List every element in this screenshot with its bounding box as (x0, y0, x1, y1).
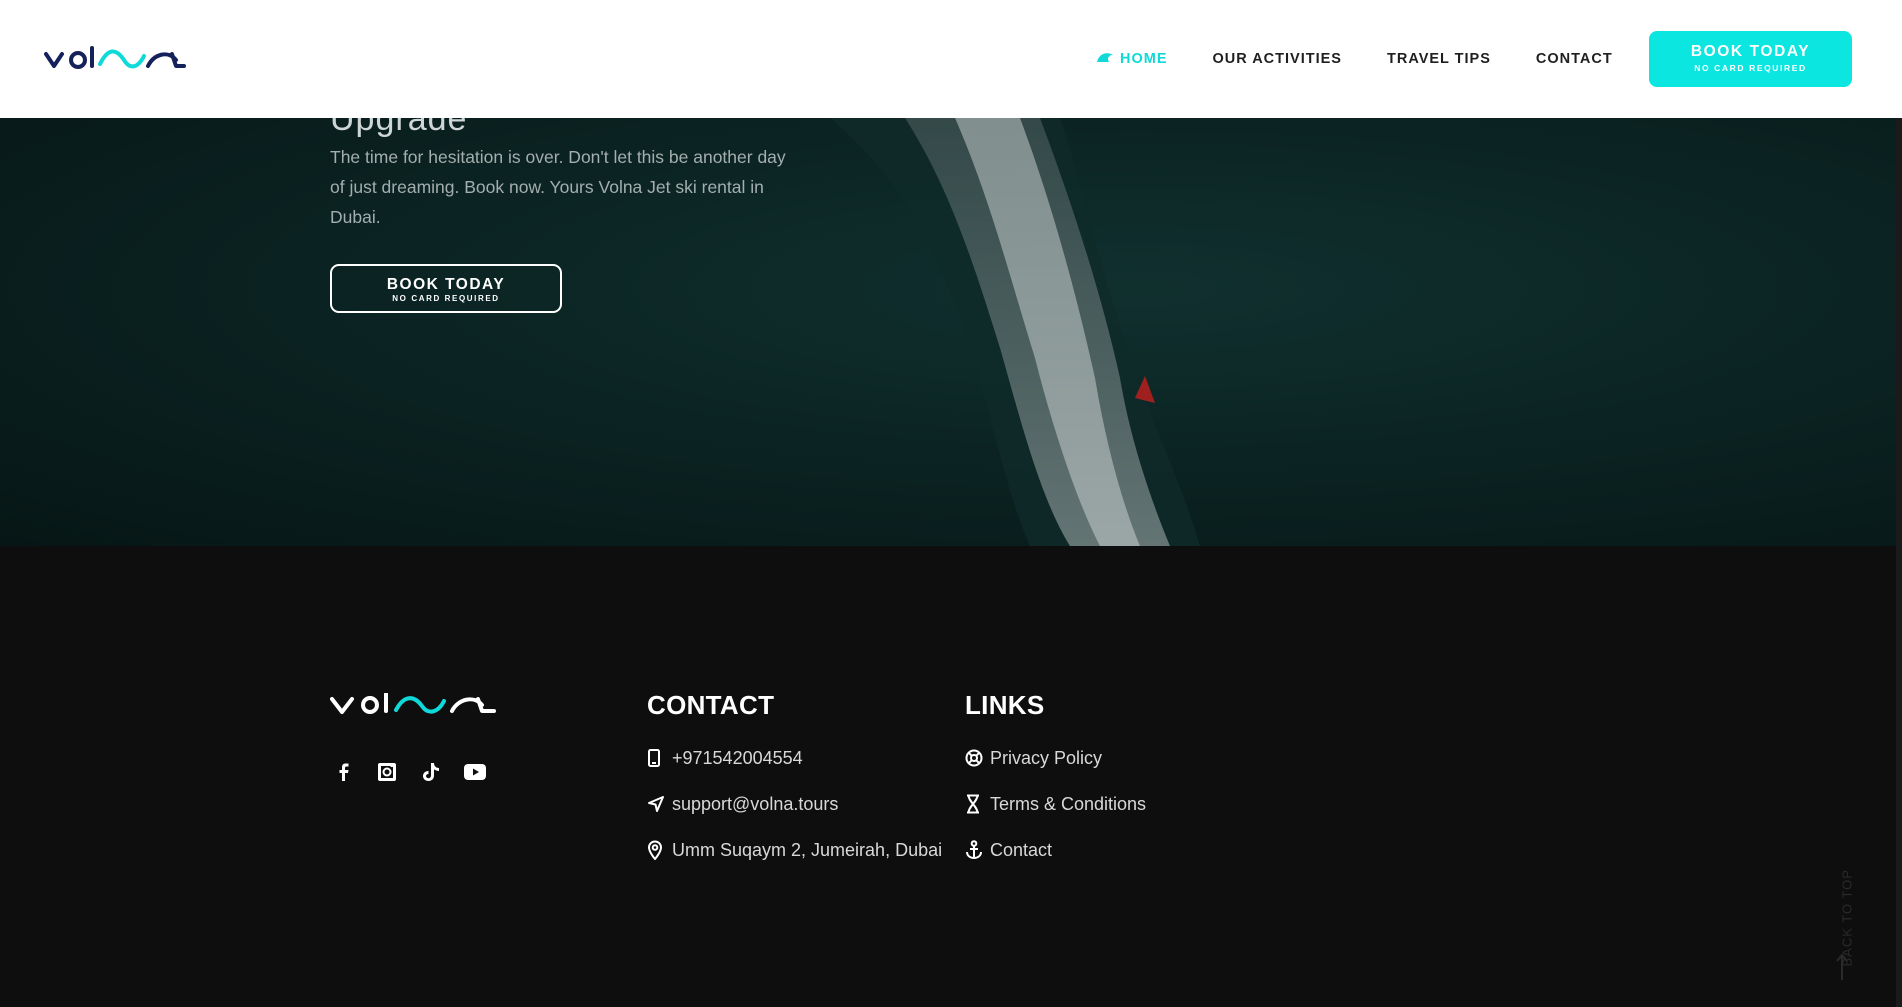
link-contact-text: Contact (990, 839, 1053, 860)
wave-icon (1096, 51, 1114, 67)
nav-home-label: HOME (1120, 51, 1168, 67)
nav-our-activities-label: OUR ACTIVITIES (1212, 51, 1342, 67)
hero-book-button-sublabel: NO CARD REQUIRED (392, 294, 500, 303)
footer-links-list: Privacy Policy Terms & Conditions Contac… (965, 735, 1146, 873)
link-terms-conditions-text: Terms & Conditions (990, 793, 1147, 814)
hero-description: The time for hesitation is over. Don't l… (330, 147, 786, 227)
site-header: HOME OUR ACTIVITIES TRAVEL TIPS CONTACT … (0, 0, 1902, 118)
back-to-top-label: BACK TO TOP (1839, 869, 1855, 967)
main-nav: HOME OUR ACTIVITIES TRAVEL TIPS CONTACT (1096, 49, 1658, 69)
hero-book-button-label: BOOK TODAY (386, 276, 506, 293)
lifebuoy-icon (965, 749, 987, 767)
hourglass-icon (965, 794, 987, 814)
location-pin-icon (647, 840, 669, 860)
footer-contact-list: +971542004554 support@volna.tours Umm Su… (647, 735, 942, 873)
nav-travel-tips-label: TRAVEL TIPS (1386, 51, 1491, 67)
contact-address-text: Umm Suqaym 2, Jumeirah, Dubai (672, 839, 943, 860)
footer-volna-logo[interactable] (330, 692, 500, 722)
jet-ski-wake-image (830, 118, 1200, 546)
hero-section: Upgrade The time for hesitation is over.… (0, 118, 1896, 546)
tiktok-icon[interactable] (420, 761, 442, 783)
anchor-icon (965, 840, 987, 860)
contact-email[interactable]: support@volna.tours (647, 781, 942, 827)
nav-travel-tips[interactable]: TRAVEL TIPS (1387, 51, 1491, 67)
facebook-icon[interactable] (332, 761, 354, 783)
phone-icon (647, 749, 669, 767)
social-links (332, 761, 486, 783)
instagram-icon[interactable] (376, 761, 398, 783)
contact-phone-text: +971542004554 (672, 747, 803, 768)
book-button-label: BOOK TODAY (1690, 43, 1811, 60)
footer-contact-title: CONTACT (647, 690, 775, 720)
nav-our-activities[interactable]: OUR ACTIVITIES (1213, 51, 1342, 67)
link-terms-conditions[interactable]: Terms & Conditions (965, 781, 1146, 827)
link-privacy-policy[interactable]: Privacy Policy (965, 735, 1146, 781)
site-footer: CONTACT +971542004554 support@volna.tour… (0, 546, 1896, 1007)
contact-email-text: support@volna.tours (672, 793, 839, 814)
footer-links-title: LINKS (965, 690, 1045, 720)
nav-contact[interactable]: CONTACT (1536, 51, 1613, 67)
book-button-sublabel: NO CARD REQUIRED (1694, 63, 1807, 73)
page-scrollbar[interactable] (1896, 118, 1902, 1007)
contact-phone[interactable]: +971542004554 (647, 735, 942, 781)
back-to-top-button[interactable]: BACK TO TOP (1832, 852, 1855, 982)
link-contact[interactable]: Contact (965, 827, 1146, 873)
nav-home[interactable]: HOME (1096, 51, 1168, 67)
nav-contact-label: CONTACT (1535, 51, 1613, 67)
send-icon (647, 795, 669, 813)
contact-address[interactable]: Umm Suqaym 2, Jumeirah, Dubai (647, 827, 942, 873)
youtube-icon[interactable] (464, 761, 486, 783)
header-book-today-button[interactable]: BOOK TODAY NO CARD REQUIRED (1649, 31, 1852, 87)
arrow-up-icon (1836, 953, 1848, 980)
link-privacy-policy-text: Privacy Policy (990, 747, 1103, 768)
volna-logo[interactable] (44, 46, 190, 77)
hero-title-cropped: Upgrade (330, 118, 468, 138)
hero-book-today-button[interactable]: BOOK TODAY NO CARD REQUIRED (330, 264, 562, 313)
